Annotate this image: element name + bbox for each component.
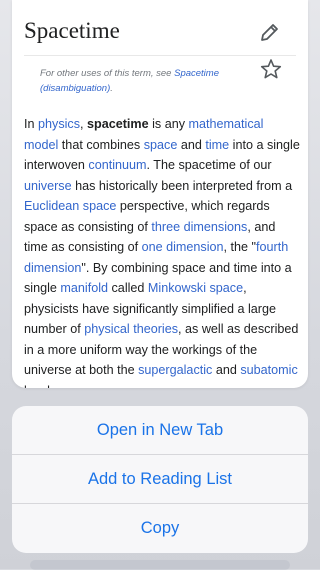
article-text: called [108,281,148,295]
page-title: Spacetime [24,18,120,43]
article-link[interactable]: one dimension [142,240,224,254]
article-link[interactable]: space [144,138,178,152]
link-preview-card[interactable]: Spacetime For other uses of this term, s… [12,0,308,388]
article-text: and [177,137,206,152]
action-sheet: Open in New Tab Add to Reading List Copy [12,406,308,553]
article-link[interactable]: subatomic [240,363,297,377]
article-link[interactable]: supergalactic [138,363,212,377]
article-link[interactable]: three dimensions [151,220,247,234]
title-row: Spacetime [24,18,296,48]
article-text: has historically been interpreted from a [71,178,293,193]
article-text: and [212,363,241,377]
article-link[interactable]: Euclidean space [24,199,116,213]
copy-button[interactable]: Copy [12,504,308,553]
article-link[interactable]: Minkowski space [148,281,243,295]
article-bold-term: spacetime [87,117,149,131]
add-to-reading-list-button[interactable]: Add to Reading List [12,455,308,504]
article-link[interactable]: continuum [88,158,146,172]
star-icon[interactable] [260,58,282,80]
article-link[interactable]: universe [24,179,72,193]
hatnote-suffix: . [110,83,113,94]
article-link[interactable]: time [205,138,229,152]
pencil-icon[interactable] [258,22,280,44]
article-text: is any [148,117,189,131]
open-in-new-tab-button[interactable]: Open in New Tab [12,406,308,455]
article-text: , the " [223,240,256,254]
article-body: In physics, spacetime is any mathematica… [24,114,300,388]
hatnote-prefix: For other uses of this term, see [40,68,175,79]
article-text: , [80,117,88,131]
article-text: levels. [24,384,60,389]
article-link[interactable]: physics [38,117,80,131]
article-text: that combines [58,137,144,152]
article-link[interactable]: manifold [60,281,108,295]
title-divider [24,55,296,56]
article-link[interactable]: physical theories [84,322,178,336]
hatnote: For other uses of this term, see Spaceti… [40,66,250,96]
article-text: In [24,117,39,131]
article-text: . The spacetime of our [146,158,272,172]
